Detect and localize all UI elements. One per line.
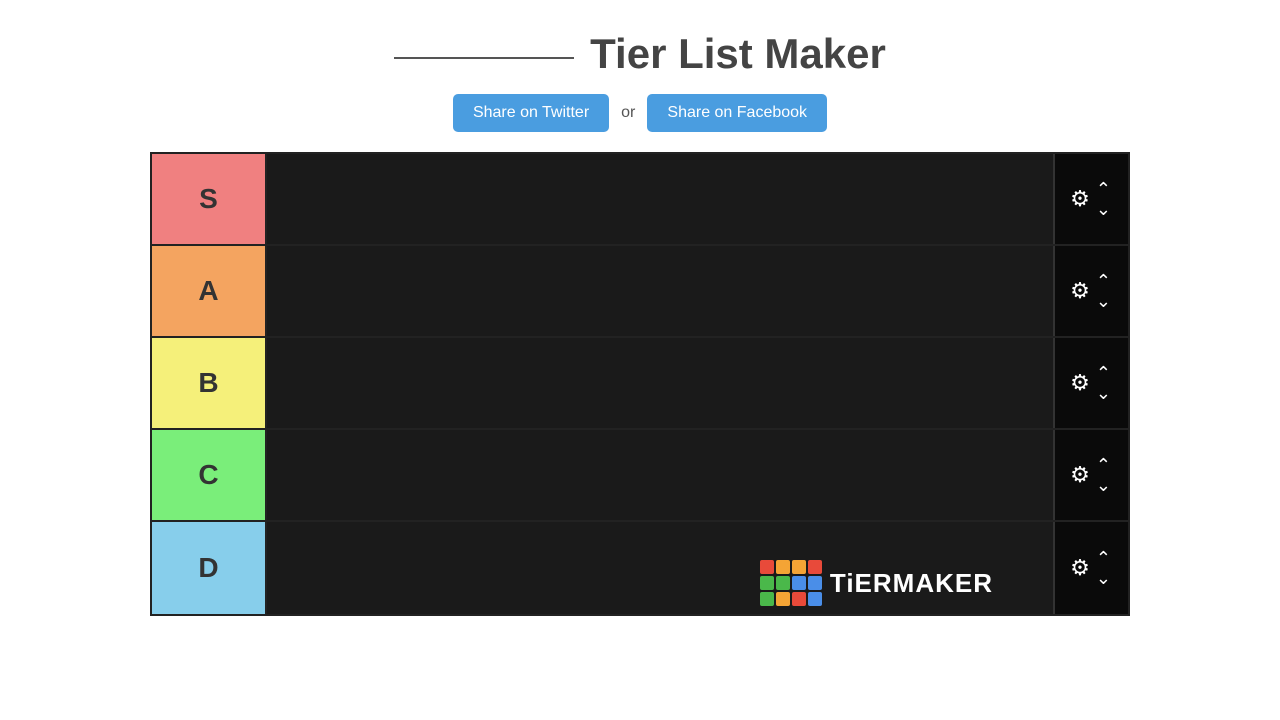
down-arrow-d[interactable]: ⌄ xyxy=(1094,569,1113,587)
header: Tier List Maker Share on Twitter or Shar… xyxy=(0,0,1280,132)
or-separator: or xyxy=(621,104,635,122)
arrows-a: ⌃ ⌄ xyxy=(1094,272,1113,310)
tier-controls-c: ⚙ ⌃ ⌄ xyxy=(1053,430,1128,520)
tier-controls-a: ⚙ ⌃ ⌄ xyxy=(1053,246,1128,336)
up-arrow-s[interactable]: ⌃ xyxy=(1094,180,1113,198)
gear-icon-b[interactable]: ⚙ xyxy=(1070,370,1090,396)
logo-cell-1 xyxy=(760,560,774,574)
arrows-s: ⌃ ⌄ xyxy=(1094,180,1113,218)
tier-content-a xyxy=(267,246,1053,336)
down-arrow-s[interactable]: ⌄ xyxy=(1094,200,1113,218)
tiermaker-logo-text: TiERMAKER xyxy=(830,568,993,599)
up-arrow-c[interactable]: ⌃ xyxy=(1094,456,1113,474)
tier-label-a: A xyxy=(152,246,267,336)
tier-content-c xyxy=(267,430,1053,520)
title-underline xyxy=(394,57,574,59)
logo-cell-5 xyxy=(760,576,774,590)
logo-cell-8 xyxy=(808,576,822,590)
tier-content-d: TiERMAKER xyxy=(267,522,1053,614)
logo-cell-4 xyxy=(808,560,822,574)
up-arrow-d[interactable]: ⌃ xyxy=(1094,549,1113,567)
tier-content-s xyxy=(267,154,1053,244)
down-arrow-b[interactable]: ⌄ xyxy=(1094,384,1113,402)
up-arrow-a[interactable]: ⌃ xyxy=(1094,272,1113,290)
tier-row-c: C ⚙ ⌃ ⌄ xyxy=(152,430,1128,522)
down-arrow-c[interactable]: ⌄ xyxy=(1094,476,1113,494)
arrows-b: ⌃ ⌄ xyxy=(1094,364,1113,402)
logo-cell-9 xyxy=(760,592,774,606)
title-row: Tier List Maker xyxy=(394,30,886,78)
logo-grid xyxy=(760,560,822,606)
down-arrow-a[interactable]: ⌄ xyxy=(1094,292,1113,310)
logo-cell-7 xyxy=(792,576,806,590)
tier-label-s: S xyxy=(152,154,267,244)
logo-cell-2 xyxy=(776,560,790,574)
share-facebook-button[interactable]: Share on Facebook xyxy=(647,94,827,132)
tier-row-d: D TiERMAKER xyxy=(152,522,1128,614)
up-arrow-b[interactable]: ⌃ xyxy=(1094,364,1113,382)
tier-label-c: C xyxy=(152,430,267,520)
arrows-d: ⌃ ⌄ xyxy=(1094,549,1113,587)
tier-row-b: B ⚙ ⌃ ⌄ xyxy=(152,338,1128,430)
tier-label-b: B xyxy=(152,338,267,428)
share-twitter-button[interactable]: Share on Twitter xyxy=(453,94,609,132)
gear-icon-s[interactable]: ⚙ xyxy=(1070,186,1090,212)
arrows-c: ⌃ ⌄ xyxy=(1094,456,1113,494)
tier-list: S ⚙ ⌃ ⌄ A ⚙ ⌃ ⌄ B ⚙ ⌃ ⌄ xyxy=(150,152,1130,616)
share-row: Share on Twitter or Share on Facebook xyxy=(453,94,827,132)
tiermaker-logo: TiERMAKER xyxy=(760,560,993,606)
logo-cell-12 xyxy=(808,592,822,606)
logo-cell-11 xyxy=(792,592,806,606)
tier-controls-s: ⚙ ⌃ ⌄ xyxy=(1053,154,1128,244)
gear-icon-d[interactable]: ⚙ xyxy=(1070,555,1090,581)
tier-controls-b: ⚙ ⌃ ⌄ xyxy=(1053,338,1128,428)
tier-content-b xyxy=(267,338,1053,428)
tier-label-d: D xyxy=(152,522,267,614)
logo-cell-6 xyxy=(776,576,790,590)
gear-icon-a[interactable]: ⚙ xyxy=(1070,278,1090,304)
page-title: Tier List Maker xyxy=(590,30,886,78)
tier-row-a: A ⚙ ⌃ ⌄ xyxy=(152,246,1128,338)
logo-cell-3 xyxy=(792,560,806,574)
logo-cell-10 xyxy=(776,592,790,606)
gear-icon-c[interactable]: ⚙ xyxy=(1070,462,1090,488)
tier-row-s: S ⚙ ⌃ ⌄ xyxy=(152,154,1128,246)
tier-controls-d: ⚙ ⌃ ⌄ xyxy=(1053,522,1128,614)
